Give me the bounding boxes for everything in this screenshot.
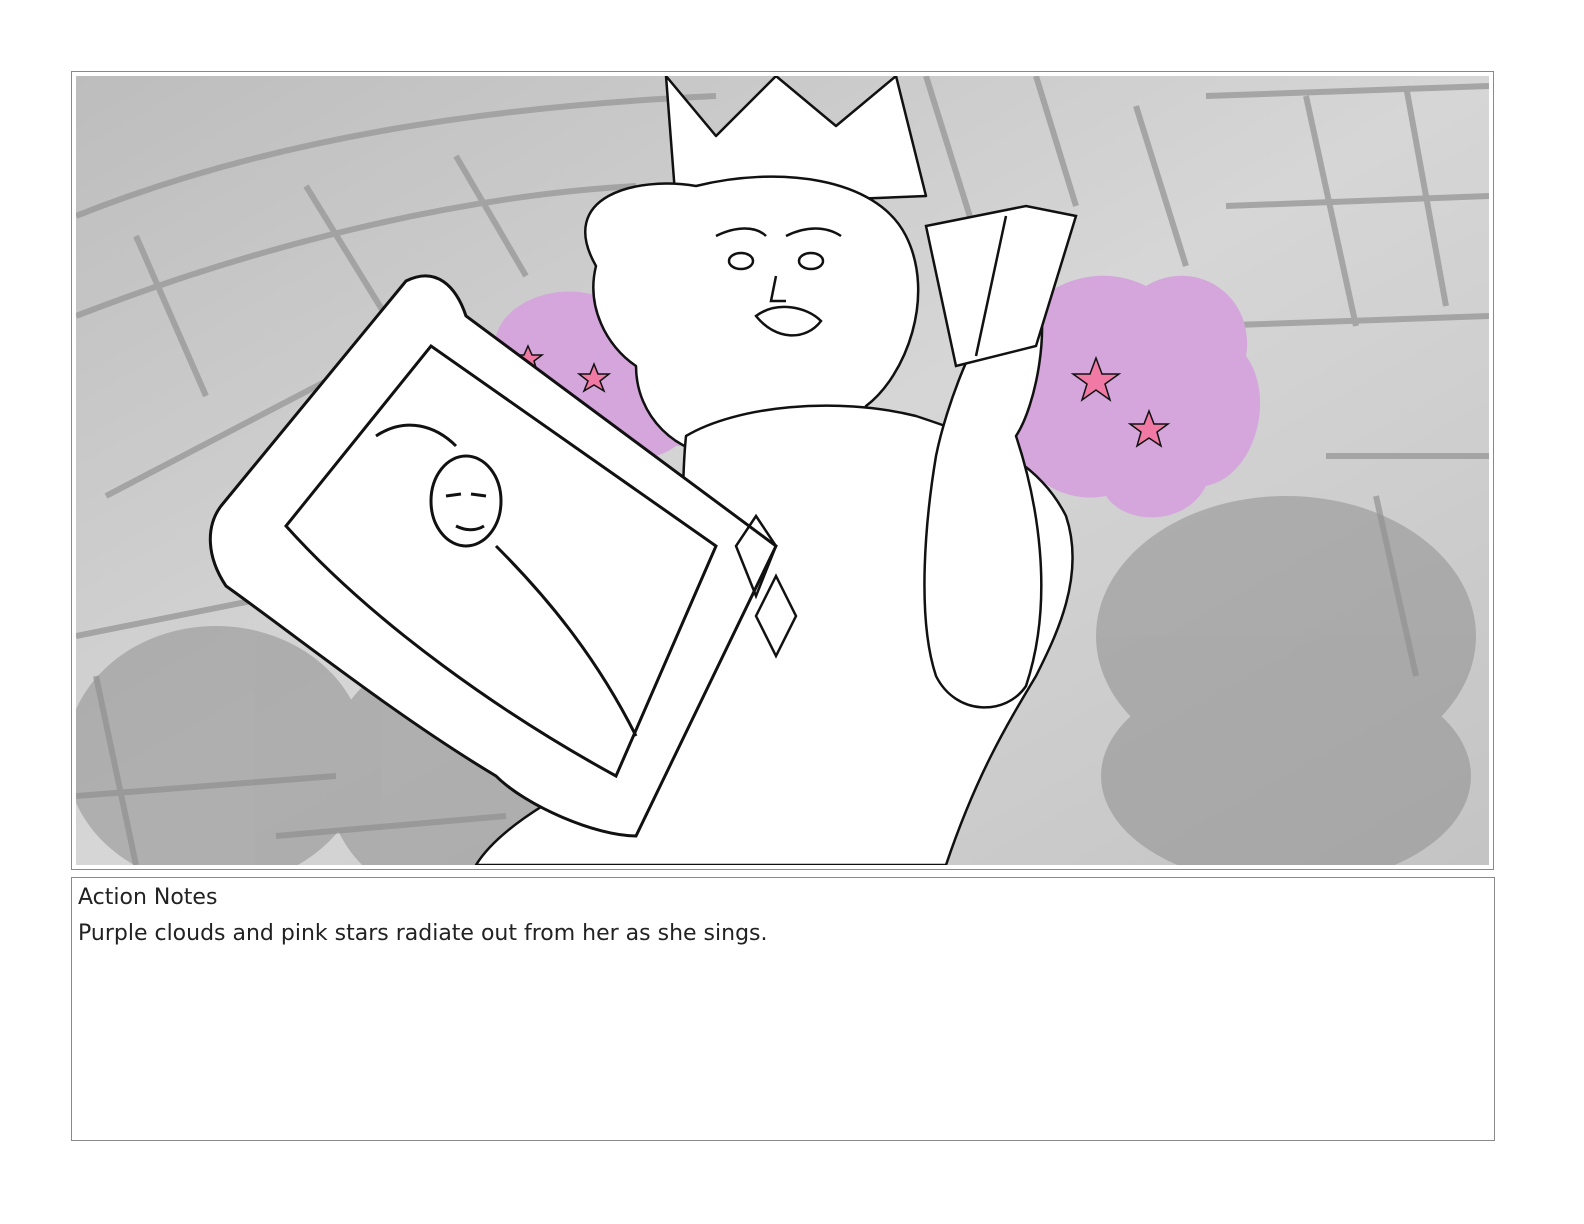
- action-notes-box: Action Notes Purple clouds and pink star…: [71, 877, 1495, 1141]
- action-notes-text: Purple clouds and pink stars radiate out…: [78, 921, 768, 946]
- storyboard-panel: [71, 71, 1494, 870]
- action-notes-heading: Action Notes: [78, 885, 218, 910]
- storyboard-sketch-image: [76, 76, 1489, 865]
